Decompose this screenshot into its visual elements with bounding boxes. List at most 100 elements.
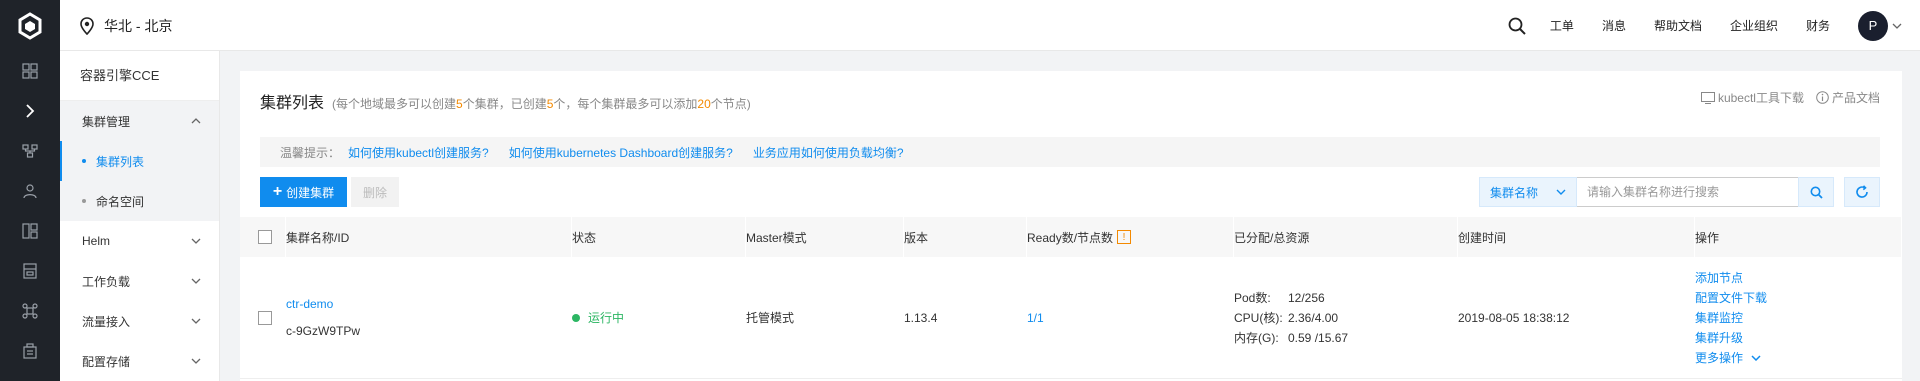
chevron-down-icon [1751, 354, 1761, 361]
rail-apps[interactable] [0, 211, 60, 251]
nav-group-config-storage[interactable]: 配置存储 [60, 341, 219, 381]
nav-messages[interactable]: 消息 [1602, 17, 1626, 34]
tip-link-kubectl[interactable]: 如何使用kubectl创建服务? [348, 144, 489, 161]
rail-expand[interactable] [0, 91, 60, 131]
download-config-link[interactable]: 配置文件下载 [1695, 288, 1767, 308]
col-version: 版本 [904, 217, 1027, 257]
main-panel: 集群列表 (每个地域最多可以创建5个集群，已创建5个，每个集群最多可以添加20个… [240, 71, 1902, 381]
table-header: 集群名称/ID 状态 Master模式 版本 Ready数/节点数 ! 已分配/… [240, 217, 1902, 257]
col-resources: 已分配/总资源 [1234, 217, 1458, 257]
select-all-checkbox[interactable] [257, 230, 272, 244]
nav-group-traffic[interactable]: 流量接入 [60, 301, 219, 341]
nav-group-helm[interactable]: Helm [60, 221, 219, 261]
product-title: 容器引擎CCE [60, 51, 219, 101]
terminal-icon [1700, 91, 1715, 104]
tips-bar: 温馨提示： 如何使用kubectl创建服务? 如何使用kubernetes Da… [260, 137, 1880, 167]
chevron-down-icon [191, 238, 201, 244]
col-actions: 操作 [1695, 217, 1902, 257]
created-time: 2019-08-05 18:38:12 [1458, 310, 1570, 325]
create-cluster-button[interactable]: + 创建集群 [260, 177, 347, 207]
rail-command[interactable] [0, 291, 60, 331]
rail-dashboard[interactable] [0, 51, 60, 91]
nav-group-cluster-management[interactable]: 集群管理 [60, 101, 219, 141]
chevron-down-icon [191, 278, 201, 284]
row-checkbox[interactable] [258, 310, 272, 325]
nav-item-cluster-list[interactable]: 集群列表 [60, 141, 219, 181]
tips-label: 温馨提示： [280, 145, 341, 160]
location-pin-icon [80, 16, 94, 35]
chevron-right-icon [26, 104, 35, 118]
status-badge: 运行中 [572, 309, 624, 326]
refresh-button[interactable] [1844, 177, 1880, 207]
rail-users[interactable] [0, 171, 60, 211]
warning-icon[interactable]: ! [1117, 230, 1132, 244]
toolbar: + 创建集群 删除 集群名称 [260, 177, 1880, 207]
version-value: 1.13.4 [904, 310, 938, 325]
search-button[interactable] [1798, 177, 1834, 207]
nav-ticket[interactable]: 工单 [1550, 17, 1574, 34]
col-status: 状态 [572, 217, 746, 257]
rail-storage[interactable] [0, 251, 60, 291]
page-title: 集群列表 [260, 95, 325, 112]
nav-group-label: 配置存储 [82, 354, 131, 369]
product-docs-link[interactable]: 产品文档 [1816, 89, 1880, 106]
network-icon [22, 144, 38, 158]
master-mode-value: 托管模式 [746, 311, 795, 325]
tip-link-loadbalancer[interactable]: 业务应用如何使用负载均衡? [753, 144, 904, 161]
nav-group-label: Helm [82, 234, 111, 248]
more-actions-dropdown[interactable]: 更多操作 [1695, 348, 1761, 368]
command-icon [22, 303, 38, 319]
quota-hint: (每个地域最多可以创建5个集群，已创建5个，每个集群最多可以添加20个节点) [332, 97, 751, 111]
search-input[interactable] [1577, 177, 1799, 207]
add-node-link[interactable]: 添加节点 [1695, 268, 1743, 288]
rail-network[interactable] [0, 131, 60, 171]
search-icon[interactable] [1508, 17, 1526, 35]
side-nav: 容器引擎CCE 集群管理 集群列表 命名空间 Helm 工作负载 流量接入 配置… [60, 51, 220, 381]
status-dot [572, 313, 580, 322]
delete-button[interactable]: 删除 [351, 177, 399, 207]
ready-count-link[interactable]: 1/1 [1027, 311, 1044, 325]
search-icon [1810, 186, 1823, 199]
nav-item-namespace[interactable]: 命名空间 [60, 181, 219, 221]
bullet-dot [82, 199, 86, 203]
avatar[interactable]: P [1858, 10, 1888, 41]
plus-icon: + [272, 183, 283, 200]
top-bar: 华北 - 北京 工单 消息 帮助文档 企业组织 财务 P [0, 0, 1920, 51]
kubectl-download-link[interactable]: kubectl工具下载 [1700, 89, 1804, 106]
nav-group-label: 集群管理 [82, 114, 131, 129]
tip-link-dashboard[interactable]: 如何使用kubernetes Dashboard创建服务? [509, 144, 733, 161]
nav-finance[interactable]: 财务 [1806, 17, 1830, 34]
nav-item-label: 集群列表 [96, 154, 145, 169]
region-label: 华北 - 北京 [104, 17, 173, 34]
nav-group-label: 流量接入 [82, 314, 131, 329]
building-icon [23, 343, 37, 359]
chevron-down-icon [191, 358, 201, 364]
table-row: ctr-demo c-9GzW9TPw 运行中 托管模式 1.13.4 1/1 … [240, 257, 1902, 379]
col-created: 创建时间 [1458, 217, 1695, 257]
cluster-upgrade-link[interactable]: 集群升级 [1695, 328, 1743, 348]
region-selector[interactable]: 华北 - 北京 [80, 0, 172, 51]
page-header: 集群列表 (每个地域最多可以创建5个集群，已创建5个，每个集群最多可以添加20个… [260, 89, 751, 113]
nav-group-workload[interactable]: 工作负载 [60, 261, 219, 301]
cluster-id: c-9GzW9TPw [286, 324, 361, 338]
cluster-table: 集群名称/ID 状态 Master模式 版本 Ready数/节点数 ! 已分配/… [240, 217, 1902, 379]
rail-building[interactable] [0, 331, 60, 371]
search-field-select[interactable]: 集群名称 [1479, 177, 1577, 207]
actions-cell: 添加节点 配置文件下载 集群监控 集群升级 更多操作 [1695, 257, 1902, 378]
refresh-icon [1856, 185, 1868, 198]
icon-rail [0, 51, 60, 381]
info-icon [1816, 91, 1829, 104]
col-name: 集群名称/ID [286, 217, 572, 257]
grid-icon [22, 63, 38, 79]
cluster-monitor-link[interactable]: 集群监控 [1695, 308, 1743, 328]
nav-item-label: 命名空间 [96, 194, 145, 209]
cluster-name-link[interactable]: ctr-demo [286, 297, 333, 311]
nav-enterprise[interactable]: 企业组织 [1730, 17, 1778, 34]
nav-help-docs[interactable]: 帮助文档 [1654, 17, 1702, 34]
chevron-down-icon [191, 318, 201, 324]
chevron-down-icon[interactable] [1892, 23, 1902, 29]
brand-logo[interactable] [0, 0, 60, 51]
chevron-down-icon [1556, 189, 1566, 195]
apps-icon [22, 223, 38, 239]
chevron-up-icon [191, 118, 201, 124]
